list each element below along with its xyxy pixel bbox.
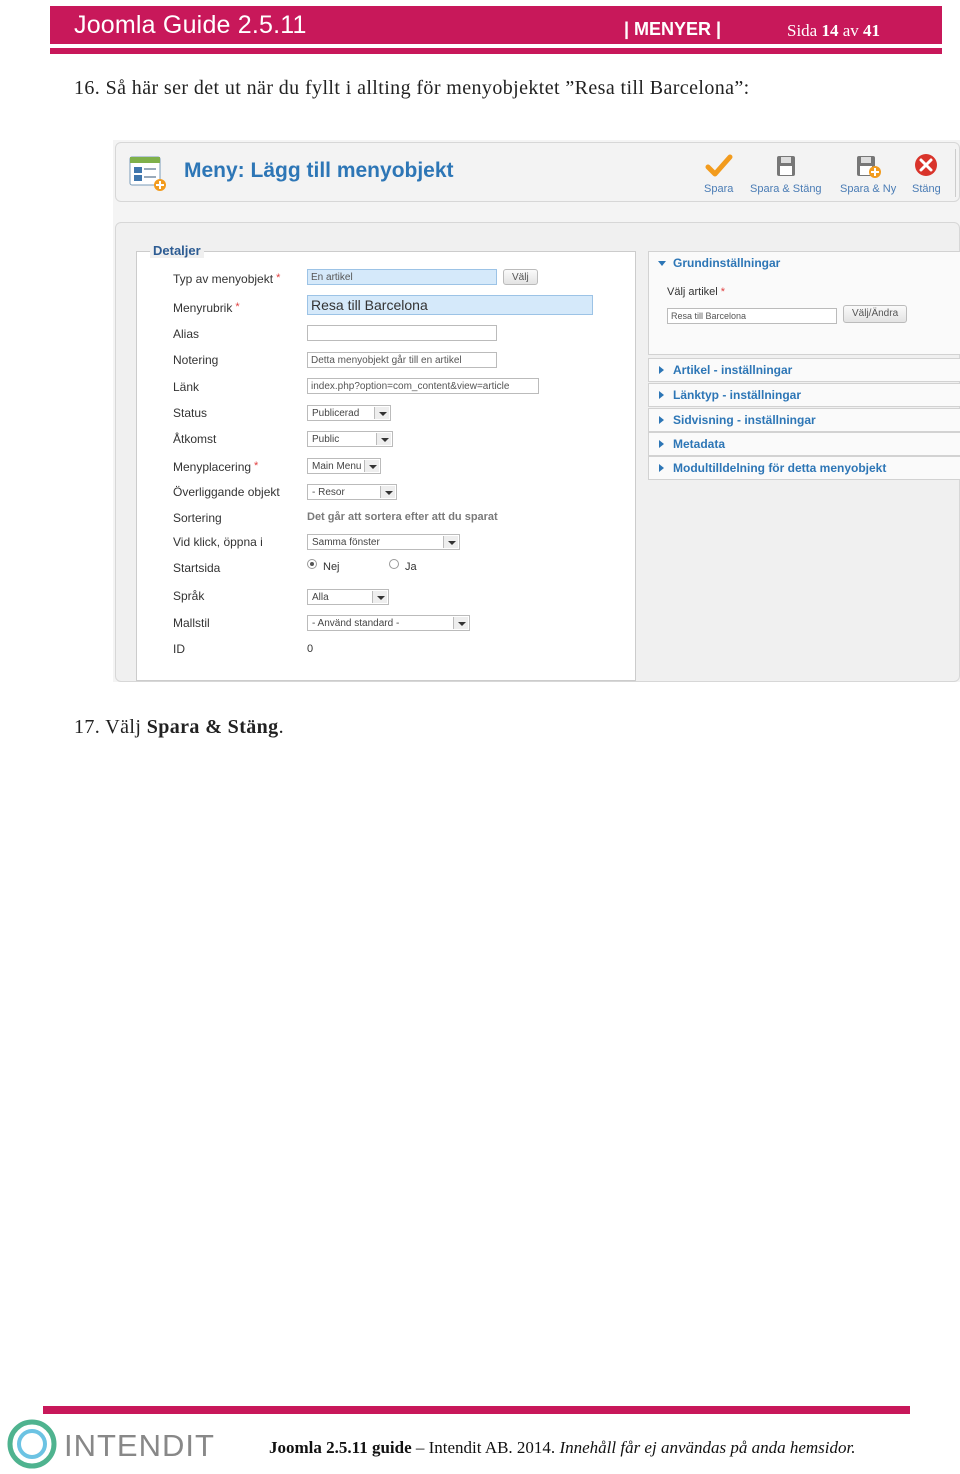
panel-header[interactable]: Metadata [649, 433, 960, 455]
link-label: Länk [173, 380, 200, 394]
chevron-down-icon [453, 617, 468, 629]
triangle-right-icon [659, 416, 664, 424]
triangle-right-icon [659, 464, 664, 472]
change-article-button[interactable]: Välj/Ändra [843, 305, 908, 323]
panel-header[interactable]: Artikel - inställningar [649, 359, 960, 381]
triangle-down-icon [658, 261, 666, 266]
checkmark-icon [705, 154, 733, 177]
footer-text: Joomla 2.5.11 guide – Intendit AB. 2014.… [269, 1438, 856, 1457]
template-select[interactable]: - Använd standard - [307, 615, 470, 631]
metadata-panel[interactable]: Metadata [648, 432, 960, 456]
toolbar-title: Meny: Lägg till menyobjekt [184, 159, 454, 182]
close-icon [915, 154, 938, 176]
note-field[interactable]: Detta menyobjekt går till en artikel [307, 352, 497, 368]
panel-header[interactable]: Modultilldelning för detta menyobjekt [649, 457, 960, 479]
home-no-label: Nej [323, 561, 340, 573]
chevron-down-icon [376, 433, 391, 445]
order-note: Det går att sortera efter att du sparat [307, 511, 498, 523]
home-no-radio[interactable] [307, 559, 317, 569]
chevron-down-icon [364, 460, 379, 472]
alias-label: Alias [173, 327, 200, 341]
home-yes-label: Ja [405, 561, 417, 573]
basic-options-header[interactable]: Grundinställningar [649, 252, 960, 274]
save-new-button[interactable]: Spara & Ny [840, 153, 896, 195]
menu-select[interactable]: Main Menu [307, 458, 381, 474]
selected-article-field[interactable]: Resa till Barcelona [667, 308, 837, 324]
select-type-button[interactable]: Välj [503, 269, 538, 285]
link-field[interactable]: index.php?option=com_content&view=articl… [307, 378, 539, 394]
status-select[interactable]: Publicerad [307, 405, 391, 421]
access-label: Åtkomst [173, 432, 217, 446]
access-select[interactable]: Public [307, 431, 393, 447]
id-value: 0 [307, 643, 314, 655]
menu-manager-icon [129, 156, 166, 191]
note-label: Notering [173, 353, 219, 367]
toolbar: Meny: Lägg till menyobjekt Spara Spara &… [115, 142, 960, 202]
chevron-down-icon [380, 486, 395, 498]
save-close-button[interactable]: Spara & Stäng [750, 153, 822, 195]
joomla-screenshot: Meny: Lägg till menyobjekt Spara Spara &… [113, 140, 960, 682]
status-label: Status [173, 406, 208, 420]
footer-rule [43, 1406, 910, 1414]
link-type-options-panel[interactable]: Länktyp - inställningar [648, 383, 960, 407]
page-number: Sida 14 av 41 [787, 21, 881, 40]
select-article-label: Välj artikel * [667, 286, 726, 298]
target-label: Vid klick, öppna i [173, 535, 263, 549]
panel-header[interactable]: Sidvisning - inställningar [649, 409, 960, 431]
target-select[interactable]: Samma fönster [307, 534, 460, 550]
language-select[interactable]: Alla [307, 589, 389, 605]
edit-form: Typ av menyobjekt * En artikel Välj Menyr… [115, 222, 960, 682]
chevron-down-icon [374, 407, 389, 419]
floppy-disk-icon [776, 156, 795, 176]
step-17-text: 17. Välj Spara & Stäng. [74, 716, 284, 738]
home-label: Startsida [173, 561, 221, 575]
order-label: Sortering [173, 511, 222, 525]
module-assignment-panel[interactable]: Modultilldelning för detta menyobjekt [648, 456, 960, 480]
floppy-disk-plus-icon [857, 156, 882, 178]
template-label: Mallstil [173, 616, 210, 630]
triangle-right-icon [659, 366, 664, 374]
language-label: Språk [173, 589, 205, 603]
chevron-down-icon [372, 591, 387, 603]
type-field[interactable]: En artikel [307, 269, 497, 285]
header-rule [50, 48, 942, 54]
document-header: Joomla Guide 2.5.11 | MENYER | Sida 14 a… [50, 6, 942, 44]
section-name: | MENYER | [624, 19, 722, 39]
article-options-panel[interactable]: Artikel - inställningar [648, 358, 960, 382]
document-title: Joomla Guide 2.5.11 [74, 11, 307, 39]
title-field[interactable]: Resa till Barcelona [307, 295, 593, 315]
home-yes-radio[interactable] [389, 559, 399, 569]
triangle-right-icon [659, 440, 664, 448]
panel-header[interactable]: Länktyp - inställningar [649, 384, 960, 406]
toolbar-divider [955, 149, 956, 197]
logo-text: INTENDIT [64, 1428, 215, 1463]
triangle-right-icon [659, 391, 664, 399]
alias-field[interactable] [307, 325, 497, 341]
chevron-down-icon [443, 536, 458, 548]
step-16-text: 16. Så här ser det ut när du fyllt i all… [74, 77, 750, 99]
details-fieldset: Typ av menyobjekt * En artikel Välj Menyr… [136, 251, 636, 681]
parent-select[interactable]: - Resor [307, 484, 397, 500]
page-display-options-panel[interactable]: Sidvisning - inställningar [648, 408, 960, 432]
save-button[interactable]: Spara [704, 153, 733, 195]
type-label: Typ av menyobjekt * [173, 272, 281, 286]
title-label: Menyrubrik * [173, 301, 240, 315]
basic-options-panel: Grundinställningar Välj artikel * Resa ti… [648, 251, 960, 355]
close-button[interactable]: Stäng [912, 153, 941, 195]
menu-label: Menyplacering * [173, 460, 259, 474]
details-legend: Detaljer [150, 243, 204, 258]
id-label: ID [173, 642, 185, 656]
parent-label: Överliggande objekt [173, 485, 280, 499]
